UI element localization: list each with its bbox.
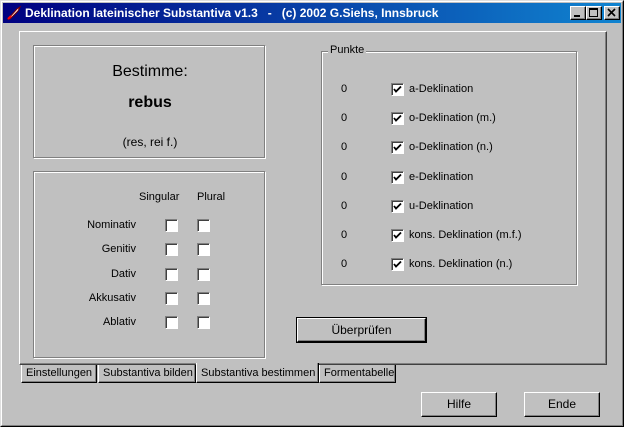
tab-label: Substantiva bestimmen xyxy=(201,367,316,379)
tab-label: Formentabelle xyxy=(324,367,395,379)
declension-checkbox[interactable] xyxy=(391,83,404,96)
singular-checkbox[interactable] xyxy=(165,243,178,257)
plural-checkbox[interactable] xyxy=(197,243,210,257)
column-plural: Plural xyxy=(197,191,226,203)
window-title: Deklination lateinischer Substantiva v1.… xyxy=(25,6,439,20)
bestimme-label: Bestimme: xyxy=(112,63,188,80)
checkmark-icon xyxy=(393,115,402,123)
declension-label: kons. Deklination (n.) xyxy=(409,258,513,271)
tab-einstellungen[interactable]: Einstellungen xyxy=(21,365,97,383)
checkmark-icon xyxy=(393,202,402,210)
end-button-label: Ende xyxy=(547,397,577,411)
bestimme-panel: Bestimme: rebus (res, rei f.) xyxy=(33,45,265,158)
declension-checkbox[interactable] xyxy=(391,258,404,272)
check-button-label: Überprüfen xyxy=(331,323,392,337)
help-button[interactable]: Hilfe xyxy=(421,392,497,417)
singular-checkbox[interactable] xyxy=(165,316,178,330)
tab-substantiva-bilden[interactable]: Substantiva bilden xyxy=(98,365,196,383)
score-value: 0 xyxy=(341,141,348,154)
checkmark-icon xyxy=(393,261,402,269)
minimize-icon xyxy=(574,15,580,17)
tab-formentabelle[interactable]: Formentabelle xyxy=(319,365,396,383)
declension-label: o-Deklination (n.) xyxy=(409,141,493,154)
help-button-label: Hilfe xyxy=(446,397,471,411)
case-label: Genitiv xyxy=(101,243,136,256)
column-singular: Singular xyxy=(139,191,180,203)
declension-checkbox[interactable] xyxy=(391,141,404,155)
feather-pen-icon xyxy=(6,5,22,20)
score-value: 0 xyxy=(341,170,348,183)
singular-checkbox[interactable] xyxy=(165,267,178,281)
singular-checkbox[interactable] xyxy=(165,219,178,232)
case-grid-panel: Singular Plural Nominativ Genitiv Dativ Akk… xyxy=(33,171,265,358)
close-icon xyxy=(607,8,616,17)
target-word: rebus xyxy=(128,94,172,111)
punkte-legend: Punkte xyxy=(328,44,367,56)
plural-checkbox[interactable] xyxy=(197,267,210,281)
check-button[interactable]: Überprüfen xyxy=(296,317,427,343)
maximize-button[interactable] xyxy=(586,6,602,20)
checkmark-icon xyxy=(393,144,402,152)
tab-substantiva-bestimmen[interactable]: Substantiva bestimmen xyxy=(196,363,319,383)
declension-checkbox[interactable] xyxy=(391,199,404,213)
punkte-group: Punkte 0 a-Deklination 0 o-Deklination (m.)… xyxy=(321,44,577,285)
case-label: Ablativ xyxy=(102,316,136,329)
declension-checkbox[interactable] xyxy=(391,112,404,126)
minimize-button[interactable] xyxy=(570,6,586,20)
declension-label: o-Deklination (m.) xyxy=(409,112,496,125)
declension-label: kons. Deklination (m.f.) xyxy=(409,229,522,241)
case-label: Nominativ xyxy=(87,219,136,231)
score-value: 0 xyxy=(341,112,348,125)
score-value: 0 xyxy=(341,258,348,271)
plural-checkbox[interactable] xyxy=(197,291,210,305)
close-button[interactable] xyxy=(604,6,620,20)
case-label: Dativ xyxy=(110,267,136,280)
declension-label: u-Deklination xyxy=(409,199,474,212)
app-window: Deklination lateinischer Substantiva v1.… xyxy=(0,0,624,427)
declension-label: a-Deklination xyxy=(409,83,474,95)
word-hint: (res, rei f.) xyxy=(122,135,178,149)
checkmark-icon xyxy=(393,173,402,181)
maximize-icon xyxy=(589,8,598,17)
end-button[interactable]: Ende xyxy=(524,392,600,417)
tab-label: Substantiva bilden xyxy=(103,367,193,379)
score-value: 0 xyxy=(341,83,348,95)
score-value: 0 xyxy=(341,199,348,212)
tab-label: Einstellungen xyxy=(26,367,93,379)
plural-checkbox[interactable] xyxy=(197,219,210,232)
case-label: Akkusativ xyxy=(88,291,136,304)
score-value: 0 xyxy=(341,229,348,241)
declension-checkbox[interactable] xyxy=(391,229,404,242)
singular-checkbox[interactable] xyxy=(165,291,178,305)
declension-checkbox[interactable] xyxy=(391,170,404,184)
title-bar[interactable]: Deklination lateinischer Substantiva v1.… xyxy=(3,3,621,23)
plural-checkbox[interactable] xyxy=(197,316,210,330)
checkmark-icon xyxy=(393,85,402,93)
declension-label: e-Deklination xyxy=(409,170,474,183)
checkmark-icon xyxy=(393,231,402,239)
